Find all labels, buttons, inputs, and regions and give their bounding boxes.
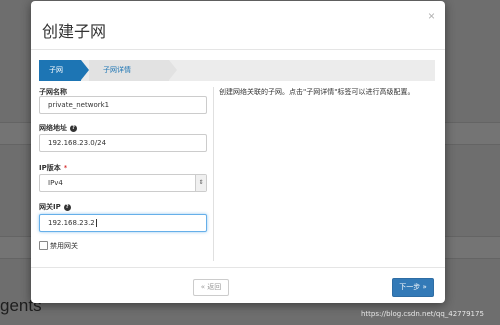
watermark-text: https://blog.csdn.net/qq_42779175 xyxy=(361,310,484,318)
column-divider xyxy=(213,87,214,261)
gateway-ip-value: 192.168.23.2 xyxy=(48,219,95,227)
required-mark: * xyxy=(63,164,68,172)
wizard-steps: 子网 子网详情 xyxy=(39,60,435,81)
step-arrow xyxy=(81,60,89,80)
create-subnet-modal: 创建子网 × 子网 子网详情 子网名称 private_network1 网络地… xyxy=(31,1,445,303)
modal-footer: « 返回 下一步 » xyxy=(31,267,445,303)
modal-header: 创建子网 × xyxy=(31,1,445,50)
disable-gateway-label[interactable]: 禁用网关 xyxy=(50,241,78,251)
gateway-ip-input[interactable]: 192.168.23.2 xyxy=(39,214,207,232)
gateway-ip-label: 网关IP? xyxy=(39,202,71,212)
chevron-updown-icon[interactable]: ⇕ xyxy=(195,175,206,191)
text-cursor xyxy=(95,219,97,227)
network-address-input[interactable]: 192.168.23.0/24 xyxy=(39,134,207,152)
question-circle-icon[interactable]: ? xyxy=(63,203,71,211)
ip-version-label: IP版本 * xyxy=(39,164,68,172)
next-button[interactable]: 下一步 » xyxy=(392,278,434,297)
question-circle-icon[interactable]: ? xyxy=(70,124,77,132)
subnet-name-input[interactable]: private_network1 xyxy=(39,96,207,114)
back-button[interactable]: « 返回 xyxy=(193,279,229,296)
help-description: 创建网络关联的子网。点击"子网详情"标签可以进行高级配置。 xyxy=(219,88,415,96)
disable-gateway-checkbox[interactable] xyxy=(39,241,48,250)
network-address-label: 网络地址? xyxy=(39,123,77,133)
tab-subnet-details[interactable]: 子网详情 xyxy=(89,60,169,81)
ip-version-select[interactable]: IPv4 ⇕ xyxy=(39,174,207,192)
close-icon[interactable]: × xyxy=(428,9,435,23)
step-arrow xyxy=(169,60,177,80)
modal-title: 创建子网 xyxy=(42,24,107,41)
tab-subnet[interactable]: 子网 xyxy=(39,60,81,81)
ip-version-value: IPv4 xyxy=(48,179,63,187)
